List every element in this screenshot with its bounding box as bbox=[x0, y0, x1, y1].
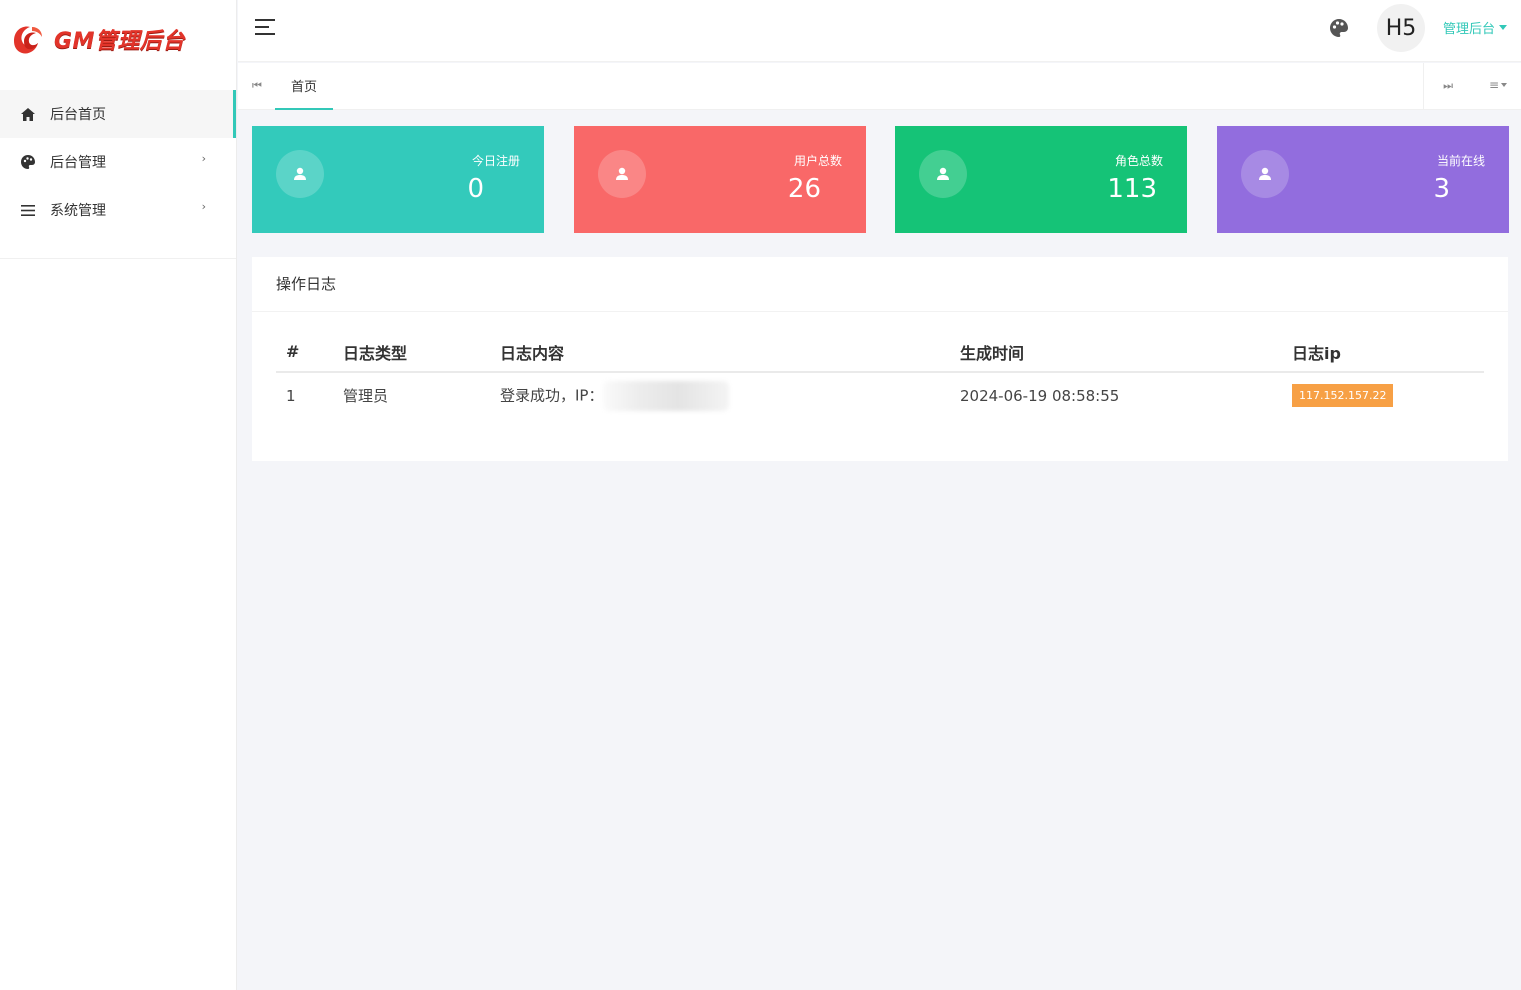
sidebar-item-label: 后台管理 bbox=[50, 155, 106, 171]
stat-card-online-now: 当前在线 3 bbox=[1217, 126, 1509, 233]
chevron-right-icon: › bbox=[201, 152, 206, 165]
log-content-text: 登录成功，IP： bbox=[500, 386, 604, 404]
log-table: # 日志类型 日志内容 生成时间 日志ip 1 管理员 登录成功，IP： 202… bbox=[276, 332, 1484, 418]
ip-badge: 117.152.157.22 bbox=[1292, 383, 1394, 407]
cell-type: 管理员 bbox=[343, 387, 389, 405]
stat-label: 今日注册 bbox=[471, 154, 520, 168]
user-icon bbox=[919, 150, 967, 198]
chevron-right-icon: › bbox=[201, 200, 206, 213]
stat-card-total-users: 用户总数 26 bbox=[574, 126, 866, 233]
cell-time: 2024-06-19 08:58:55 bbox=[960, 386, 1120, 405]
stat-label: 用户总数 bbox=[793, 154, 842, 168]
user-icon bbox=[1241, 150, 1289, 198]
user-menu-dropdown[interactable]: 管理后台 bbox=[1443, 18, 1507, 37]
avatar[interactable]: H5 bbox=[1377, 4, 1425, 52]
menu-lines-icon bbox=[20, 203, 35, 218]
column-header-type: 日志类型 bbox=[343, 332, 500, 373]
stat-value: 26 bbox=[787, 174, 821, 204]
cell-index: 1 bbox=[286, 386, 296, 405]
menu-toggle-icon[interactable] bbox=[255, 18, 277, 36]
column-header-index: # bbox=[276, 332, 343, 373]
cell-content: 登录成功，IP： bbox=[500, 372, 960, 418]
stat-value: 0 bbox=[467, 174, 484, 204]
sidebar-item-label: 后台首页 bbox=[50, 107, 106, 123]
sidebar-item-home[interactable]: 后台首页 bbox=[0, 90, 236, 138]
sidebar: GM管理后台 后台首页 后台管理 › 系统管理 › bbox=[0, 0, 237, 990]
tab-scroll-left-icon[interactable]: ⏮ bbox=[252, 79, 262, 93]
stat-value: 3 bbox=[1433, 174, 1450, 204]
column-header-ip: 日志ip bbox=[1292, 332, 1484, 373]
sidebar-menu: 后台首页 后台管理 › 系统管理 › bbox=[0, 78, 236, 259]
stat-label: 当前在线 bbox=[1436, 154, 1485, 168]
sidebar-item-backend-management[interactable]: 后台管理 › bbox=[0, 138, 236, 186]
user-icon bbox=[276, 150, 324, 198]
logo[interactable]: GM管理后台 bbox=[0, 0, 236, 78]
logo-text: GM管理后台 bbox=[54, 29, 185, 54]
user-menu-label: 管理后台 bbox=[1442, 22, 1495, 37]
column-header-time: 生成时间 bbox=[960, 332, 1292, 373]
tab-divider bbox=[1423, 63, 1424, 110]
operation-log-panel: 操作日志 # 日志类型 日志内容 生成时间 日志ip 1 管理员 登录成功，IP… bbox=[252, 257, 1508, 461]
home-icon bbox=[20, 107, 35, 122]
column-header-content: 日志内容 bbox=[500, 332, 960, 373]
table-header-row: # 日志类型 日志内容 生成时间 日志ip bbox=[276, 332, 1484, 373]
redacted-ip-blur bbox=[603, 380, 730, 411]
caret-down-icon bbox=[1501, 83, 1507, 87]
tab-home[interactable]: 首页 bbox=[275, 63, 333, 110]
stat-card-today-registrations: 今日注册 0 bbox=[252, 126, 544, 233]
sidebar-item-label: 系统管理 bbox=[50, 203, 106, 219]
tab-options-menu[interactable]: ≡ bbox=[1489, 78, 1507, 92]
logo-flame-icon bbox=[14, 26, 42, 54]
cell-ip: 117.152.157.22 bbox=[1292, 372, 1484, 418]
sidebar-item-system-management[interactable]: 系统管理 › bbox=[0, 186, 236, 234]
stat-card-total-roles: 角色总数 113 bbox=[895, 126, 1187, 233]
tab-bar: ⏮ 首页 ⏭ ≡ bbox=[238, 63, 1521, 110]
theme-palette-icon[interactable] bbox=[1329, 18, 1349, 38]
caret-down-icon bbox=[1499, 25, 1507, 30]
table-row: 1 管理员 登录成功，IP： 2024-06-19 08:58:55 117.1… bbox=[276, 372, 1484, 418]
stat-value: 113 bbox=[1107, 174, 1157, 204]
palette-icon bbox=[20, 155, 35, 170]
top-bar: H5 管理后台 bbox=[238, 0, 1521, 62]
user-icon bbox=[598, 150, 646, 198]
stat-label: 角色总数 bbox=[1114, 154, 1163, 168]
tab-scroll-right-icon[interactable]: ⏭ bbox=[1443, 79, 1453, 93]
tab-options-icon: ≡ bbox=[1488, 78, 1499, 92]
panel-title: 操作日志 bbox=[252, 257, 1508, 312]
